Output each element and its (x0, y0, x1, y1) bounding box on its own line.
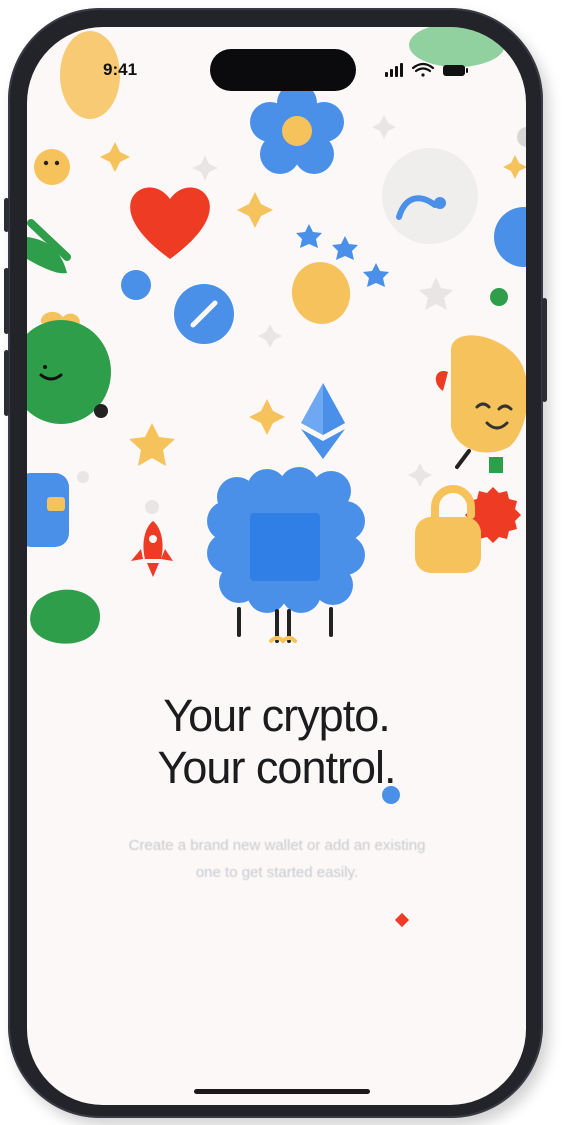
green-blob-icon (30, 589, 100, 644)
red-diamond-icon (394, 912, 410, 928)
volume-up-button (4, 268, 9, 334)
refresh-arrow-icon (382, 148, 478, 244)
headline-line-2: Your control. (157, 742, 397, 793)
green-character-icon (27, 311, 111, 424)
subtitle-line-1: Create a brand new wallet or add an exis… (128, 837, 426, 854)
green-blob-icon (409, 27, 505, 67)
rocket-icon (131, 521, 173, 577)
chip-character (207, 467, 365, 644)
faint-star-icon (419, 277, 453, 310)
wifi-icon (411, 62, 435, 77)
status-icons (385, 62, 468, 77)
volume-down-button (4, 350, 9, 416)
onboarding-illustration (27, 27, 526, 644)
power-button (542, 298, 547, 402)
phone-frame: 9:41 Your crypto. Your control. Create a… (4, 8, 547, 1118)
subtitle-line-2: one to get started easily. (195, 864, 359, 881)
blue-dot-icon (121, 270, 151, 300)
leaf-icon (27, 219, 71, 274)
onboarding-subtitle: Create a brand new wallet or add an exis… (87, 832, 467, 886)
gold-coin-icon (291, 262, 351, 324)
faint-sparkle-icon (77, 115, 432, 514)
coin-icon (174, 284, 234, 344)
dynamic-island (210, 49, 356, 91)
flower-icon (250, 83, 344, 174)
app-screen: 9:41 Your crypto. Your control. Create a… (27, 27, 526, 1105)
headline-line-1: Your crypto. (163, 690, 390, 741)
yellow-star-icon (129, 423, 175, 466)
home-indicator[interactable] (194, 1089, 370, 1094)
mute-switch (4, 198, 9, 232)
padlock-icon (415, 457, 521, 573)
onboarding-headline: Your crypto. Your control. (27, 690, 526, 794)
status-time: 9:41 (103, 60, 138, 79)
wallet-icon (27, 473, 69, 547)
small-face-icon (34, 149, 70, 185)
battery-icon (443, 65, 468, 76)
ethereum-icon (301, 383, 345, 459)
smiling-character (435, 335, 526, 469)
green-dot-icon (490, 288, 508, 306)
cellular-signal-icon (385, 63, 403, 77)
blue-blob-icon (494, 127, 526, 267)
heart-icon (130, 187, 210, 259)
